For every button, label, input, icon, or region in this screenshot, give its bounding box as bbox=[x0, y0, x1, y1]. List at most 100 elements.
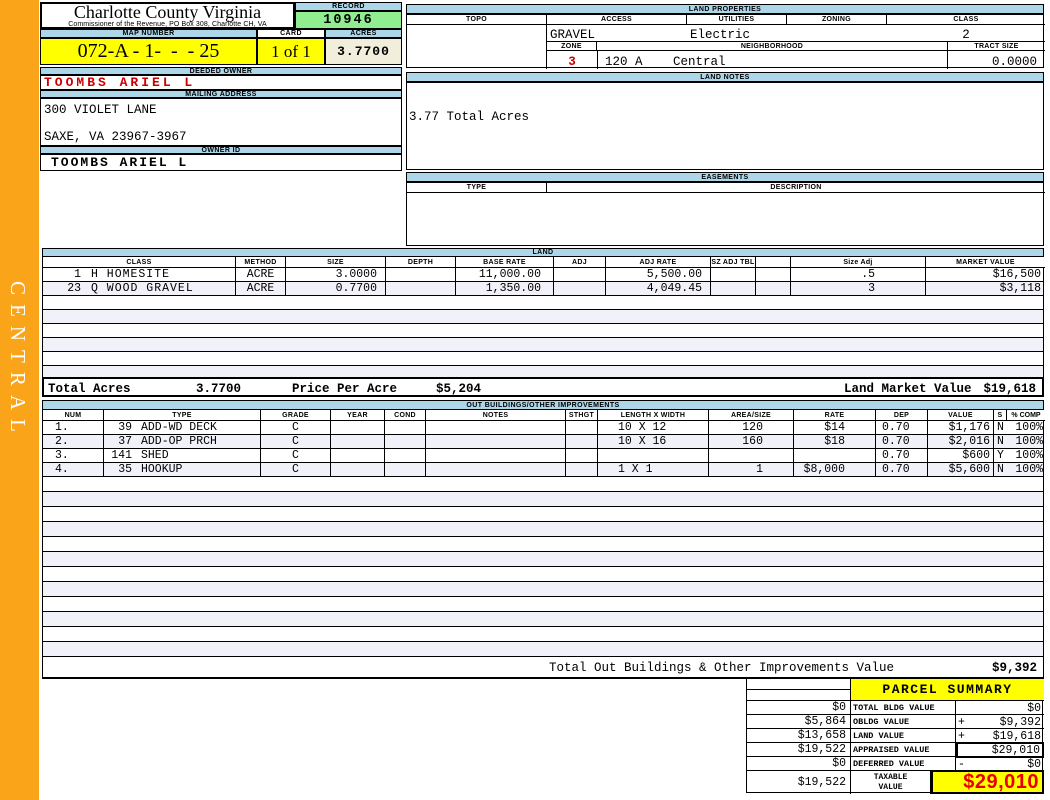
land-properties-table: TOPO ACCESS UTILITIES ZONING CLASS GRAVE… bbox=[406, 14, 1045, 69]
county-header-card: Charlotte County Virginia Commissioner o… bbox=[40, 2, 295, 29]
ob-length-width: 10 X 16 bbox=[598, 435, 709, 448]
ob-dep: 0.70 bbox=[876, 435, 928, 448]
taxable-value: $29,010 bbox=[963, 770, 1039, 793]
topo-label: TOPO bbox=[407, 15, 547, 25]
ob-comp: 100% bbox=[1015, 434, 1043, 448]
acres-value: 3.7700 bbox=[325, 38, 402, 65]
ob-notes bbox=[426, 421, 566, 434]
ob-notes bbox=[426, 463, 566, 476]
outbuildings-title: OUT BUILDINGS/OTHER IMPROVEMENTS bbox=[42, 400, 1044, 410]
topo-value bbox=[407, 25, 547, 69]
land-method: ACRE bbox=[236, 268, 286, 281]
outbuildings-header-row: NUM TYPE GRADE YEAR COND NOTES STHGT LEN… bbox=[43, 410, 1045, 421]
land-h-base-rate: BASE RATE bbox=[456, 257, 554, 268]
outbuildings-total-label: Total Out Buildings & Other Improvements… bbox=[549, 661, 895, 675]
outbuilding-empty-row bbox=[43, 552, 1043, 567]
ob-rate: $14 bbox=[794, 421, 876, 434]
summary-value-cell: $0 bbox=[956, 701, 1044, 715]
outbuilding-empty-row bbox=[43, 492, 1043, 507]
land-class-cell: 23 Q WOOD GRAVEL bbox=[43, 282, 236, 295]
summary-value-cell-appraised: $29,010 bbox=[956, 742, 1044, 758]
ob-sthgt bbox=[566, 449, 598, 462]
district-label: CENTRAL bbox=[6, 281, 30, 441]
ob-area: 1 bbox=[709, 463, 794, 476]
access-value: GRAVEL bbox=[550, 28, 596, 42]
ob-area bbox=[709, 449, 794, 462]
land-table: CLASS METHOD SIZE DEPTH BASE RATE ADJ AD… bbox=[42, 257, 1045, 380]
neighborhood-code: 120 A bbox=[605, 55, 643, 69]
outbuilding-empty-row bbox=[43, 477, 1043, 492]
ob-h-area-size: AREA/SIZE bbox=[709, 410, 794, 421]
summary-value: $29,010 bbox=[991, 744, 1040, 757]
neighborhood-name: Central bbox=[673, 55, 726, 69]
land-h-adj: ADJ bbox=[554, 257, 606, 268]
land-empty-row bbox=[43, 310, 1043, 324]
ob-num: 1. bbox=[43, 421, 104, 434]
land-market-value: $16,500 bbox=[992, 267, 1041, 281]
ob-h-year: YEAR bbox=[331, 410, 385, 421]
deeded-owner-label: DEEDED OWNER bbox=[40, 67, 402, 75]
summary-prev-value: $5,864 bbox=[747, 715, 851, 729]
ob-length-width: 10 X 12 bbox=[598, 421, 709, 434]
ob-h-notes: NOTES bbox=[426, 410, 566, 421]
utilities-value: Electric bbox=[690, 28, 751, 42]
ob-cond bbox=[385, 421, 426, 434]
outbuilding-empty-row bbox=[43, 597, 1043, 612]
summary-header-left-cell bbox=[747, 679, 851, 701]
land-class-cell: 1 H HOMESITE bbox=[43, 268, 236, 281]
land-header-row: CLASS METHOD SIZE DEPTH BASE RATE ADJ AD… bbox=[43, 257, 1045, 268]
land-class-num: 23 bbox=[67, 281, 81, 295]
land-adj bbox=[554, 282, 606, 295]
land-class-name: H HOMESITE bbox=[91, 267, 171, 281]
ob-year bbox=[331, 449, 385, 462]
price-per-acre-label: Price Per Acre bbox=[292, 382, 398, 396]
ob-h-value: VALUE bbox=[928, 410, 994, 421]
tract-size-value: 0.0000 bbox=[991, 55, 1037, 69]
total-acres-label: Total Acres bbox=[48, 382, 131, 396]
summary-value: $0 bbox=[1027, 702, 1041, 715]
access-label: ACCESS bbox=[547, 15, 687, 25]
ob-h-sold: S bbox=[994, 410, 1007, 421]
outbuilding-row: 2. 37 ADD-OP PRCH C 10 X 16 160 $18 0.70… bbox=[43, 435, 1043, 449]
ob-rate bbox=[794, 449, 876, 462]
land-market-value: $3,118 bbox=[999, 281, 1041, 295]
outbuilding-empty-row bbox=[43, 537, 1043, 552]
ob-dep: 0.70 bbox=[876, 449, 928, 462]
ob-rate: $8,000 bbox=[794, 463, 876, 476]
outbuilding-empty-row bbox=[43, 567, 1043, 582]
class-label: CLASS bbox=[887, 15, 1045, 25]
land-market-value-total: $19,618 bbox=[983, 382, 1036, 396]
summary-label: OBLDG VALUE bbox=[851, 715, 956, 729]
land-row: 1 H HOMESITE ACRE 3.0000 11,000.00 5,500… bbox=[43, 268, 1043, 282]
ob-grade: C bbox=[261, 463, 331, 476]
ob-value: $1,176 bbox=[928, 421, 994, 434]
property-record-card: CENTRAL Charlotte County Virginia Commis… bbox=[0, 0, 1050, 800]
ob-comp: 100% bbox=[1015, 420, 1043, 434]
land-h-blank bbox=[756, 257, 791, 268]
zone-divider bbox=[597, 51, 598, 69]
zone-label: ZONE bbox=[547, 41, 597, 51]
easements-table: TYPE DESCRIPTION bbox=[406, 182, 1045, 246]
ob-type-cell: 141 SHED bbox=[104, 449, 261, 462]
map-number-label: MAP NUMBER bbox=[40, 29, 257, 38]
record-label: RECORD bbox=[295, 2, 402, 11]
land-sz-adj-tbl bbox=[711, 282, 756, 295]
ob-value: $2,016 bbox=[928, 435, 994, 448]
land-market-value-label: Land Market Value bbox=[844, 382, 972, 396]
land-note-text: 3.77 Total Acres bbox=[409, 110, 530, 124]
ob-type-code: 39 bbox=[118, 420, 132, 434]
ob-value: $5,600 bbox=[928, 463, 994, 476]
easement-description-label: DESCRIPTION bbox=[547, 183, 1045, 193]
ob-type-cell: 37 ADD-OP PRCH bbox=[104, 435, 261, 448]
address-line-2: SAXE, VA 23967-3967 bbox=[44, 130, 187, 144]
easement-type-label: TYPE bbox=[407, 183, 547, 193]
zone-value: 3 bbox=[568, 55, 576, 69]
ob-sthgt bbox=[566, 435, 598, 448]
outbuilding-empty-row bbox=[43, 522, 1043, 537]
taxable-label: TAXABLE VALUE bbox=[851, 771, 931, 794]
class-value: 2 bbox=[962, 28, 970, 42]
ob-type-code: 35 bbox=[118, 462, 132, 476]
summary-label: DEFERRED VALUE bbox=[851, 757, 956, 771]
ob-type-code: 37 bbox=[118, 434, 132, 448]
ob-type-name: ADD-WD DECK bbox=[141, 420, 217, 434]
